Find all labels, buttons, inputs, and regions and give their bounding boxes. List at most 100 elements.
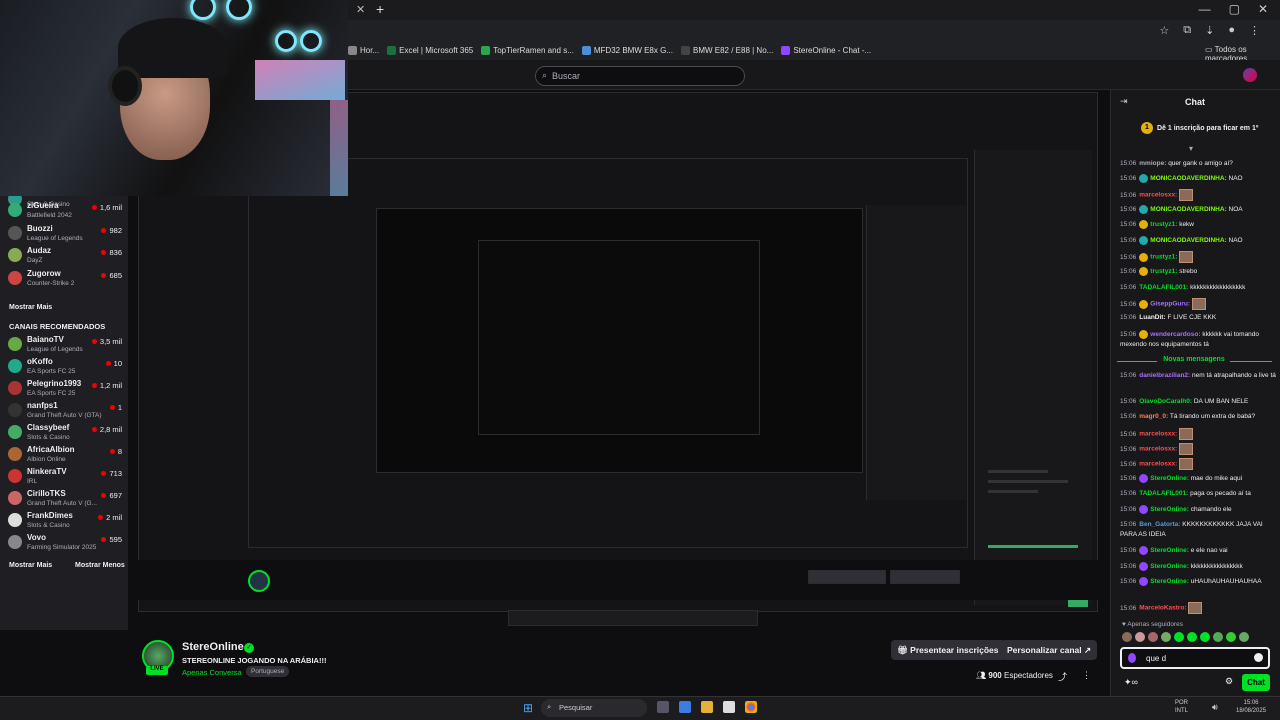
user-avatar[interactable] — [1243, 68, 1257, 82]
chat-username[interactable]: TADALAFIL001: — [1139, 490, 1188, 497]
sidebar-channel[interactable]: Buozzi League of Legends 982 — [6, 224, 126, 246]
new-tab-icon[interactable]: + — [376, 1, 384, 17]
sidebar-channel[interactable]: Pelegrino1993 EA Sports FC 25 1,2 mil — [6, 379, 126, 401]
maximize-icon[interactable]: ▢ — [1229, 2, 1240, 16]
sidebar-channel[interactable]: NinkeraTV IRL 713 — [6, 467, 126, 489]
clock[interactable]: 15:06 18/08/2025 — [1236, 699, 1266, 715]
show-more-bottom-link[interactable]: Mostrar Mais — [9, 562, 52, 569]
bookmark-item[interactable]: BMW E82 / E88 | No... — [681, 45, 773, 55]
chat-username[interactable]: danielbrazilian2: — [1139, 372, 1190, 379]
show-more-link[interactable]: Mostrar Mais — [9, 304, 52, 311]
chat-username[interactable]: mmiope: — [1139, 160, 1166, 167]
chat-username[interactable]: magr0_0: — [1139, 413, 1168, 420]
language-tag[interactable]: Portuguese — [246, 666, 290, 677]
emote[interactable] — [1122, 632, 1132, 642]
chat-username[interactable]: StereOnline: — [1150, 563, 1189, 570]
chat-send-button[interactable]: Chat — [1242, 674, 1270, 691]
profile-icon[interactable]: ● — [1228, 24, 1235, 37]
file-explorer-icon[interactable] — [701, 701, 713, 713]
emote[interactable] — [1213, 632, 1223, 642]
bookmark-item[interactable]: MFD32 BMW E8x G... — [581, 45, 673, 55]
gear-icon[interactable]: ⚙ — [1225, 676, 1233, 687]
chat-username[interactable]: TADALAFIL001: — [1139, 284, 1188, 291]
chat-badge-icon[interactable] — [1128, 653, 1136, 663]
window-close-icon[interactable]: ✕ — [1258, 2, 1268, 16]
taskbar-search[interactable]: ⌕ Pesquisar — [541, 699, 647, 717]
bookmarks-bar: Hor... Excel | Microsoft 365 TopTierRamen … — [348, 42, 1280, 58]
sidebar-channel[interactable]: nanfps1 Grand Theft Auto V (GTA) 1 — [6, 401, 126, 423]
chat-username[interactable]: trustyz1: — [1150, 254, 1177, 261]
chat-username[interactable]: StereOnline: — [1150, 506, 1189, 513]
chat-username[interactable]: MarceloKastro: — [1139, 605, 1186, 612]
channel-name[interactable]: StereOnline — [182, 641, 244, 653]
chat-username[interactable]: trustyz1: — [1150, 221, 1177, 228]
windows-start-icon[interactable]: ⊞ — [523, 701, 533, 715]
sub-leaderboard-banner[interactable]: Dê 1 inscrição para ficar em 1º — [1140, 122, 1275, 138]
bookmark-star-icon[interactable]: ☆ — [1159, 24, 1169, 37]
chat-username[interactable]: marcelosxx: — [1139, 431, 1177, 438]
more-options-icon[interactable]: ⋮ — [1082, 670, 1091, 681]
chat-username[interactable]: MONICAODAVERDINHA: — [1150, 206, 1226, 213]
volume-icon[interactable]: 🔊︎ — [1212, 702, 1218, 713]
emote[interactable] — [1174, 632, 1184, 642]
emote[interactable] — [1135, 632, 1145, 642]
chat-username[interactable]: trustyz1: — [1150, 268, 1177, 275]
stream-category[interactable]: Apenas Conversa — [182, 668, 242, 677]
expand-chevron-icon[interactable]: ▾ — [1189, 144, 1193, 153]
emote[interactable] — [1239, 632, 1249, 642]
chat-username[interactable]: MONICAODAVERDINHA: — [1150, 175, 1226, 182]
chat-username[interactable]: marcelosxx: — [1139, 192, 1177, 199]
sidebar-channel[interactable]: FrankDimes Slots & Casino 2 mil — [6, 511, 126, 533]
emote-bar[interactable] — [1122, 632, 1272, 644]
downloads-icon[interactable]: ⇣ — [1205, 24, 1214, 37]
bits-points-icon[interactable]: ✦∞ — [1124, 677, 1138, 688]
share-icon[interactable]: ⤴ — [1058, 670, 1067, 683]
emote-picker-icon[interactable] — [1254, 653, 1263, 662]
sidebar-channel[interactable]: Zugorow Counter-Strike 2 685 — [6, 269, 126, 291]
nested-taskbar — [508, 610, 758, 626]
emote[interactable] — [1187, 632, 1197, 642]
sidebar-channel[interactable]: BaianoTV League of Legends 3,5 mil — [6, 335, 126, 357]
sidebar-channel[interactable]: Audaz DayZ 836 — [6, 246, 126, 268]
sidebar-channel[interactable]: ziGueira Battlefield 2042 1,6 mil — [6, 201, 126, 223]
gift-subs-button[interactable]: 🎁︎ Presentear inscrições — [891, 640, 1005, 660]
menu-icon[interactable]: ⋮ — [1249, 24, 1260, 37]
bookmark-item[interactable]: StereOnline - Chat -... — [781, 45, 871, 55]
task-view-icon[interactable] — [657, 701, 669, 713]
chat-username[interactable]: StereOnline: — [1150, 547, 1189, 554]
sidebar-channel[interactable]: CirilloTKS Grand Theft Auto V (G... 697 — [6, 489, 126, 511]
copilot-icon[interactable] — [679, 701, 691, 713]
sidebar-channel[interactable]: Vovo Farming Simulator 2025 595 — [6, 533, 126, 555]
close-tab-icon[interactable]: ✕ — [356, 3, 365, 16]
chat-username[interactable]: OlavoDoCaralh0: — [1139, 398, 1192, 405]
chat-username[interactable]: LuanDit: — [1139, 314, 1165, 321]
sidebar-channel[interactable]: oKoffo EA Sports FC 25 10 — [6, 357, 126, 379]
bookmark-item[interactable]: Hor... — [348, 45, 379, 55]
emote[interactable] — [1148, 632, 1158, 642]
bookmark-item[interactable]: TopTierRamen and s... — [481, 45, 574, 55]
chat-input[interactable]: que d — [1120, 647, 1270, 669]
chat-username[interactable]: GiseppGuru: — [1150, 301, 1190, 308]
chat-username[interactable]: MONICAODAVERDINHA: — [1150, 237, 1226, 244]
chat-username[interactable]: marcelosxx: — [1139, 446, 1177, 453]
sidebar-channel[interactable]: AfricaAlbion Albion Online 8 — [6, 445, 126, 467]
language-indicator[interactable]: POR INTL — [1175, 699, 1188, 715]
chat-username[interactable]: marcelosxx: — [1139, 461, 1177, 468]
minimize-icon[interactable]: — — [1199, 2, 1211, 16]
customize-channel-button[interactable]: Personalizar canal ↗ — [1001, 640, 1098, 660]
search-input[interactable]: ⌕ Buscar — [535, 66, 745, 86]
chat-message: 15:06 magr0_0: Tá tirando um extra de bab… — [1120, 412, 1278, 422]
chat-username[interactable]: wendercardoso: — [1150, 331, 1200, 338]
chat-username[interactable]: StereOnline: — [1150, 578, 1189, 585]
emote[interactable] — [1226, 632, 1236, 642]
emote[interactable] — [1161, 632, 1171, 642]
sidebar-channel[interactable]: Classybeef Slots & Casino 2,8 mil — [6, 423, 126, 445]
show-less-link[interactable]: Mostrar Menos — [75, 562, 125, 569]
chat-username[interactable]: StereOnline: — [1150, 475, 1189, 482]
bookmark-item[interactable]: Excel | Microsoft 365 — [387, 45, 473, 55]
chrome-icon[interactable] — [745, 701, 757, 713]
chat-username[interactable]: Ben_Gatorta: — [1139, 521, 1180, 528]
extensions-icon[interactable]: ⧉ — [1183, 24, 1191, 37]
emote[interactable] — [1200, 632, 1210, 642]
calendar-icon[interactable] — [723, 701, 735, 713]
